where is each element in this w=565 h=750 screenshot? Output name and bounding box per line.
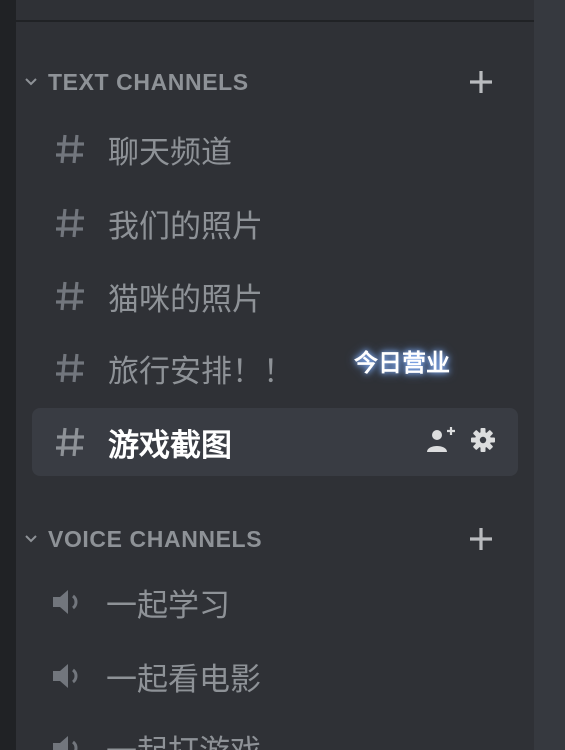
channel-label: 我们的照片: [108, 208, 263, 245]
channel-item[interactable]: 聊天频道: [32, 115, 518, 183]
channel-label: 一起打游戏: [106, 726, 261, 750]
overlay-caption: 今日营业: [354, 349, 450, 377]
hash-icon: [52, 424, 88, 460]
hash-icon: [52, 205, 88, 241]
category-label: TEXT CHANNELS: [48, 68, 249, 95]
channel-label: 一起看电影: [106, 661, 261, 698]
category-label: VOICE CHANNELS: [48, 525, 263, 552]
server-header[interactable]: [16, 0, 534, 22]
chat-area-edge: [534, 0, 565, 750]
channel-label: 一起学习: [106, 587, 230, 624]
voice-channel-item[interactable]: 一起打游戏: [32, 714, 518, 750]
gear-icon[interactable]: [470, 427, 496, 457]
voice-channel-item[interactable]: 一起看电影: [32, 642, 518, 710]
channel-sidebar: TEXT CHANNELS 聊天频道 我们的照片 猫咪的照片 旅行安排！！ 游戏: [16, 0, 534, 750]
category-voice-channels[interactable]: VOICE CHANNELS: [16, 519, 534, 559]
plus-icon[interactable]: [464, 522, 498, 556]
channel-label: 游戏截图: [108, 427, 232, 464]
speaker-icon: [50, 658, 86, 694]
category-text-channels[interactable]: TEXT CHANNELS: [16, 62, 534, 102]
channel-tools: [426, 426, 496, 458]
channel-label: 旅行安排！！: [108, 353, 294, 390]
speaker-icon: [50, 730, 86, 750]
channel-item[interactable]: 猫咪的照片: [32, 262, 518, 330]
channel-item-selected[interactable]: 游戏截图: [32, 408, 518, 476]
channel-item[interactable]: 我们的照片: [32, 189, 518, 257]
speaker-icon: [50, 584, 86, 620]
chevron-down-icon[interactable]: [24, 75, 38, 89]
hash-icon: [52, 350, 88, 386]
channel-label: 聊天频道: [108, 134, 232, 171]
plus-icon[interactable]: [464, 65, 498, 99]
chevron-down-icon[interactable]: [24, 532, 38, 546]
hash-icon: [52, 131, 88, 167]
invite-user-icon[interactable]: [426, 426, 456, 458]
voice-channel-item[interactable]: 一起学习: [32, 568, 518, 636]
hash-icon: [52, 278, 88, 314]
channel-label: 猫咪的照片: [108, 281, 263, 318]
